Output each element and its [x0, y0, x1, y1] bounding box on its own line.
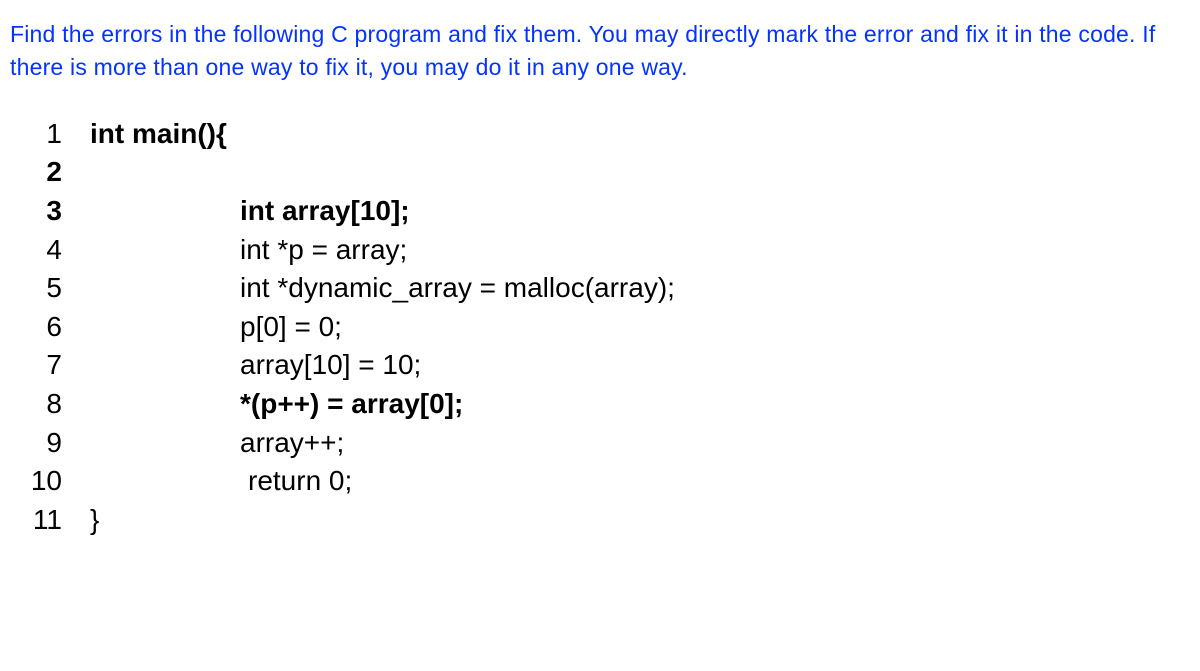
- code-content: int *p = array;: [90, 231, 407, 270]
- code-line-11: 11 }: [30, 501, 1190, 540]
- code-line-7: 7 array[10] = 10;: [30, 346, 1190, 385]
- code-content: array[10] = 10;: [90, 346, 421, 385]
- code-line-8: 8 *(p++) = array[0];: [30, 385, 1190, 424]
- code-content: array++;: [90, 424, 344, 463]
- line-number: 3: [30, 192, 90, 231]
- code-line-5: 5 int *dynamic_array = malloc(array);: [30, 269, 1190, 308]
- line-number: 4: [30, 231, 90, 270]
- code-line-6: 6 p[0] = 0;: [30, 308, 1190, 347]
- line-number: 2: [30, 153, 90, 192]
- line-number: 8: [30, 385, 90, 424]
- line-number: 5: [30, 269, 90, 308]
- code-content: p[0] = 0;: [90, 308, 342, 347]
- line-number: 6: [30, 308, 90, 347]
- code-line-3: 3 int array[10];: [30, 192, 1190, 231]
- line-number: 11: [30, 501, 90, 540]
- code-content: int *dynamic_array = malloc(array);: [90, 269, 675, 308]
- line-number: 9: [30, 424, 90, 463]
- code-content: int array[10];: [90, 192, 410, 231]
- code-content: }: [90, 501, 99, 540]
- code-line-10: 10 return 0;: [30, 462, 1190, 501]
- code-line-1: 1 int main(){: [30, 115, 1190, 154]
- code-block: 1 int main(){ 2 3 int array[10]; 4 int *…: [10, 115, 1190, 540]
- code-content: *(p++) = array[0];: [90, 385, 463, 424]
- code-content: int main(){: [90, 115, 227, 154]
- code-line-2: 2: [30, 153, 1190, 192]
- line-number: 10: [30, 462, 90, 501]
- instruction-text: Find the errors in the following C progr…: [10, 18, 1190, 85]
- code-line-4: 4 int *p = array;: [30, 231, 1190, 270]
- line-number: 7: [30, 346, 90, 385]
- code-line-9: 9 array++;: [30, 424, 1190, 463]
- code-content: return 0;: [90, 462, 352, 501]
- line-number: 1: [30, 115, 90, 154]
